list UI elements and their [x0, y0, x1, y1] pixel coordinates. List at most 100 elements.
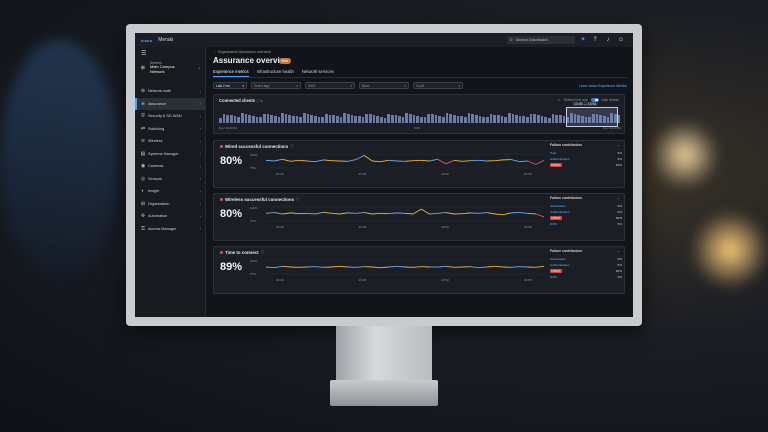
- contributor-name[interactable]: Authentication: [550, 157, 570, 161]
- sidebar-item-assurance[interactable]: ◈ Assurance ›: [135, 97, 205, 110]
- contributor-name[interactable]: Association: [550, 204, 566, 208]
- clients-bar: [251, 115, 255, 123]
- sensor-icon: ◎: [140, 175, 146, 182]
- sidebar-item-access-manager[interactable]: ⚿ Access Manager ›: [135, 223, 205, 236]
- clients-bar: [288, 114, 292, 123]
- bell-icon[interactable]: ♪: [604, 36, 612, 44]
- band-select[interactable]: Band ▾: [359, 82, 409, 89]
- series-segment: [274, 212, 283, 215]
- failure-contributors: Failure contributors Association 5% Authent…: [550, 249, 622, 280]
- clients-bar: [515, 114, 518, 123]
- series-segment: [282, 212, 291, 215]
- contributor-name[interactable]: Association: [550, 257, 566, 261]
- clients-bar: [548, 117, 551, 123]
- contributor-name[interactable]: DNS: [550, 275, 557, 279]
- breadcrumb[interactable]: ← Organization Assurance overview: [213, 50, 271, 54]
- clients-bar: [409, 114, 412, 123]
- series-segment: [372, 160, 381, 163]
- sidebar-item-network-wide[interactable]: ⊕ Network-wide ›: [135, 85, 205, 98]
- chevron-right-icon: ›: [199, 226, 202, 232]
- contributor-row[interactable]: DNS 5%: [550, 274, 622, 280]
- chevron-up-icon[interactable]: ⌃: [617, 250, 620, 255]
- clients-bar: [551, 113, 555, 123]
- metric-title: Wired successful connections ⓘ: [220, 144, 294, 149]
- contributor-name[interactable]: Authentication: [550, 210, 570, 214]
- clients-bar: [500, 116, 504, 123]
- time-range-select[interactable]: Last 2 hrs ▾: [213, 82, 247, 89]
- learn-more-link[interactable]: Learn about Experience Metrics: [579, 84, 627, 88]
- series-segment: [331, 265, 340, 268]
- vlan-placeholder: VLAN: [416, 83, 425, 88]
- sidebar-item-cameras[interactable]: ◉ Cameras ›: [135, 160, 205, 173]
- series-segment: [503, 212, 512, 216]
- metric-line-chart[interactable]: 100% 75% 23:40 23:45 23:50 23:55: [248, 257, 548, 283]
- metric-line-chart[interactable]: 100% 75% 23:40 23:45 23:50 23:55: [248, 151, 548, 177]
- clients-bar: [346, 114, 350, 123]
- time-selection-window[interactable]: [566, 107, 618, 127]
- search-input[interactable]: ⌕ Search Dashboard: [507, 36, 575, 44]
- series-segment: [413, 266, 422, 268]
- metric-line-chart[interactable]: 100% 75% 23:40 23:45 23:50 23:55: [248, 204, 548, 230]
- clients-bar: [387, 113, 390, 123]
- contributor-name[interactable]: DHCP: [550, 162, 562, 167]
- sidebar-item-sensors[interactable]: ◎ Sensors ›: [135, 173, 205, 186]
- sidebar-item-switching[interactable]: ⇄ Switching ›: [135, 123, 205, 136]
- contributor-name[interactable]: DHCP: [550, 215, 562, 220]
- contributor-value: 5%: [617, 150, 622, 155]
- clients-bar: [259, 117, 262, 123]
- sidebar-item-security-sd-wan[interactable]: ⛨ Security & SD-WAN ›: [135, 110, 205, 123]
- tags-select[interactable]: Select tags ▾: [251, 82, 301, 89]
- camera-icon: ◉: [140, 163, 146, 170]
- user-icon[interactable]: ☺: [617, 36, 625, 44]
- clients-bar-chart[interactable]: [219, 113, 621, 123]
- series-segment: [519, 160, 528, 163]
- sidebar-item-label: Switching: [148, 126, 165, 131]
- metric-title-text: Wireless successful connections: [225, 197, 295, 202]
- sidebar-item-label: Security & SD-WAN: [148, 114, 182, 119]
- network-selector[interactable]: ✳ Network Main Campus Network ›: [138, 60, 202, 80]
- contributor-name[interactable]: Authentication: [550, 263, 570, 267]
- sidebar-item-systems-manager[interactable]: ▤ Systems Manager ›: [135, 148, 205, 161]
- contributor-name[interactable]: DHCP: [550, 268, 562, 273]
- series-segment: [339, 212, 348, 215]
- contributor-row[interactable]: DHCP 82%: [550, 162, 622, 168]
- clients-bar: [559, 115, 562, 123]
- series-segment: [298, 159, 307, 162]
- clients-bar: [463, 117, 467, 123]
- contributor-name[interactable]: PoE: [550, 151, 556, 155]
- filter-bar: Last 2 hrs ▾ Select tags ▾ SSID ▾ Band ▾ VLA…: [213, 82, 463, 89]
- series-segment: [445, 212, 455, 215]
- vlan-select[interactable]: VLAN ▾: [413, 82, 463, 89]
- clients-bar: [332, 115, 335, 123]
- series-segment: [372, 212, 381, 215]
- sidebar-item-organization[interactable]: ⊞ Organization ›: [135, 198, 205, 211]
- series-segment: [363, 155, 373, 162]
- sidebar-item-insight[interactable]: ◐ Insight ›: [135, 185, 205, 198]
- clients-bar: [368, 114, 372, 123]
- ssid-select[interactable]: SSID ▾: [305, 82, 355, 89]
- chevron-up-icon[interactable]: ⌃: [617, 144, 620, 149]
- time-selection-label: 13:40 — 13:53: [572, 102, 599, 106]
- contributor-name[interactable]: DNS: [550, 222, 557, 226]
- contributor-row[interactable]: DNS 5%: [550, 221, 622, 227]
- collapse-icon[interactable]: ▸: [261, 99, 263, 103]
- menu-icon[interactable]: ☰: [141, 50, 146, 57]
- y-axis-top-label: 100%: [250, 259, 258, 263]
- metric-title: Wireless successful connections ⓘ: [220, 197, 300, 202]
- sparkle-icon[interactable]: ✦: [579, 36, 587, 44]
- assurance-icon: ◈: [141, 100, 145, 107]
- help-icon[interactable]: ?: [591, 36, 599, 44]
- series-segment: [265, 212, 275, 214]
- sidebar-item-automation[interactable]: ✜ Automation ›: [135, 210, 205, 223]
- info-icon: ⓘ: [260, 250, 265, 254]
- clients-bar: [273, 116, 277, 123]
- metric-card: Wireless successful connections ⓘ 80% 100%…: [213, 193, 625, 241]
- series-segment: [331, 212, 340, 215]
- series-segment: [355, 212, 365, 214]
- network-value: Main Campus Network: [150, 64, 175, 74]
- sidebar-item-wireless[interactable]: ≋ Wireless ›: [135, 135, 205, 148]
- chevron-up-icon[interactable]: ⌃: [617, 197, 620, 202]
- clients-bar: [434, 115, 438, 123]
- contrib-title: Failure contributors: [550, 143, 583, 147]
- clients-bar: [354, 115, 357, 123]
